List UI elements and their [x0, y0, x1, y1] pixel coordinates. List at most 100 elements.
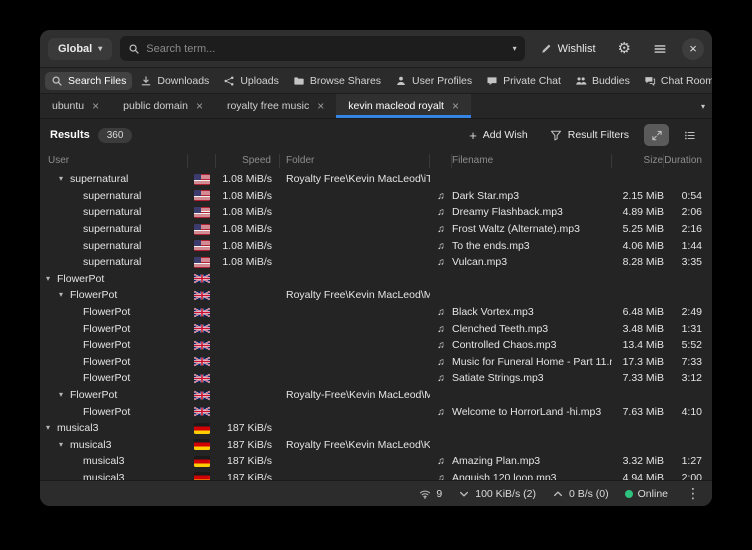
tab-chat-rooms[interactable]: Chat Rooms: [638, 72, 712, 90]
expander-icon[interactable]: ▾: [59, 391, 70, 399]
user-name: FlowerPot: [83, 323, 130, 335]
speed-value: 187 KiB/s: [216, 422, 280, 434]
close-tab-icon[interactable]: ×: [92, 100, 99, 112]
tab-overflow-dropdown-icon[interactable]: ▾: [701, 94, 705, 118]
result-file-row[interactable]: FlowerPot♫Black Vortex.mp36.48 MiB2:49: [40, 304, 712, 321]
expander-icon[interactable]: ▾: [46, 275, 57, 283]
close-tab-icon[interactable]: ×: [452, 100, 459, 112]
close-button[interactable]: ×: [682, 38, 704, 60]
search-tab-label: royalty free music: [227, 100, 309, 112]
expand-collapse-toggle[interactable]: [644, 124, 669, 146]
file-name: Anguish 120 loop.mp3: [452, 472, 612, 480]
online-status-label: Online: [638, 488, 668, 500]
tab-search-files[interactable]: Search Files: [45, 72, 132, 90]
column-header-duration[interactable]: Duration: [664, 154, 712, 168]
upload-status[interactable]: 0 B/s (0): [552, 488, 609, 500]
status-menu-button[interactable]: ⋮: [684, 485, 702, 502]
search-tab-public-domain[interactable]: public domain×: [111, 94, 215, 118]
column-header-user[interactable]: User: [40, 154, 188, 168]
result-file-row[interactable]: musical3187 KiB/s♫Amazing Plan.mp33.32 M…: [40, 453, 712, 470]
add-wish-button[interactable]: + Add Wish: [462, 125, 535, 146]
column-header-folder[interactable]: Folder: [280, 154, 430, 168]
file-name: Satiate Strings.mp3: [452, 372, 612, 384]
result-folder-row[interactable]: ▾FlowerPotRoyalty-Free\Kevin MacLeod\Mus…: [40, 387, 712, 404]
file-name: Vulcan.mp3: [452, 256, 612, 268]
result-file-row[interactable]: musical3187 KiB/s♫Anguish 120 loop.mp34.…: [40, 470, 712, 480]
file-size: 2.15 MiB: [612, 190, 664, 202]
file-duration: 0:54: [664, 190, 712, 202]
tab-label: Chat Rooms: [661, 75, 712, 87]
menu-button[interactable]: [646, 37, 674, 61]
search-tab-kevin-macleod-royalt[interactable]: kevin macleod royalt×: [336, 94, 471, 118]
flag-gb-icon: [194, 340, 210, 351]
flag-us-icon: [194, 207, 210, 218]
results-table: User Speed Folder Filename Size Duration…: [40, 151, 712, 480]
search-tab-royalty-free-music[interactable]: royalty free music ×: [215, 94, 336, 118]
folder-path: Royalty-Free\Kevin MacLeod\Music: [280, 389, 430, 401]
result-file-row[interactable]: FlowerPot♫Music for Funeral Home - Part …: [40, 354, 712, 371]
online-status[interactable]: Online: [625, 488, 668, 500]
file-duration: 2:00: [664, 472, 712, 480]
flag-de-icon: [194, 423, 210, 434]
result-folder-row[interactable]: ▾FlowerPotRoyalty Free\Kevin MacLeod\Mus…: [40, 287, 712, 304]
result-file-row[interactable]: FlowerPot♫Controlled Chaos.mp313.4 MiB5:…: [40, 337, 712, 354]
result-file-row[interactable]: supernatural1.08 MiB/s♫Frost Waltz (Alte…: [40, 221, 712, 238]
result-file-row[interactable]: supernatural1.08 MiB/s♫Dark Star.mp32.15…: [40, 188, 712, 205]
expander-icon[interactable]: ▾: [59, 291, 70, 299]
expander-icon[interactable]: ▾: [59, 441, 70, 449]
preferences-button[interactable]: ⚙: [611, 36, 638, 61]
connection-status[interactable]: 9: [419, 488, 442, 500]
music-note-icon: ♫: [437, 241, 445, 252]
flag-us-icon: [194, 224, 210, 235]
result-file-row[interactable]: supernatural1.08 MiB/s♫To the ends.mp34.…: [40, 237, 712, 254]
music-note-icon: ♫: [437, 473, 445, 480]
column-header-filename[interactable]: Filename: [452, 154, 612, 168]
result-user-row[interactable]: ▾musical3187 KiB/s: [40, 420, 712, 437]
result-file-row[interactable]: FlowerPot♫Clenched Teeth.mp33.48 MiB1:31: [40, 320, 712, 337]
flag-us-icon: [194, 257, 210, 268]
result-folder-row[interactable]: ▾supernatural1.08 MiB/sRoyalty Free\Kevi…: [40, 171, 712, 188]
close-tab-icon[interactable]: ×: [317, 100, 324, 112]
search-input[interactable]: [146, 43, 506, 55]
result-file-row[interactable]: supernatural1.08 MiB/s♫Dreamy Flashback.…: [40, 204, 712, 221]
tab-user-profiles[interactable]: User Profiles: [389, 72, 478, 90]
expander-icon[interactable]: ▾: [46, 424, 57, 432]
speed-value: 1.08 MiB/s: [216, 256, 280, 268]
add-wish-label: Add Wish: [483, 129, 528, 141]
column-header-size[interactable]: Size: [612, 154, 664, 168]
result-user-row[interactable]: ▾FlowerPot: [40, 271, 712, 288]
tab-uploads[interactable]: Uploads: [217, 72, 285, 90]
close-tab-icon[interactable]: ×: [196, 100, 203, 112]
search-tab-ubuntu[interactable]: ubuntu×: [40, 94, 111, 118]
music-note-icon: ♫: [437, 340, 445, 351]
column-header-country[interactable]: [188, 154, 216, 168]
expander-icon[interactable]: ▾: [59, 175, 70, 183]
download-status[interactable]: 100 KiB/s (2): [458, 488, 536, 500]
wishlist-button[interactable]: Wishlist: [533, 38, 603, 60]
search-input-container[interactable]: ▾: [120, 36, 524, 61]
primary-tab-bar: Search Files DownloadsUploadsBrowse Share…: [40, 68, 712, 94]
result-file-row[interactable]: FlowerPot♫Welcome to HorrorLand -hi.mp37…: [40, 403, 712, 420]
search-scope-label: Global: [58, 43, 92, 55]
tab-private-chat[interactable]: Private Chat: [480, 72, 567, 90]
tab-label: Search Files: [68, 75, 126, 87]
list-view-toggle[interactable]: [677, 124, 702, 146]
search-history-dropdown-icon[interactable]: ▾: [513, 44, 517, 53]
user-name: supernatural: [83, 223, 141, 235]
result-folder-row[interactable]: ▾musical3187 KiB/sRoyalty Free\Kevin Mac…: [40, 437, 712, 454]
user-name: supernatural: [83, 190, 141, 202]
file-duration: 4:10: [664, 406, 712, 418]
result-filters-button[interactable]: Result Filters: [543, 125, 636, 145]
tab-buddies[interactable]: Buddies: [569, 72, 636, 90]
tab-downloads[interactable]: Downloads: [134, 72, 215, 90]
result-file-row[interactable]: supernatural1.08 MiB/s♫Vulcan.mp38.28 Mi…: [40, 254, 712, 271]
search-scope-button[interactable]: Global ▾: [48, 38, 112, 60]
results-rows: ▾supernatural1.08 MiB/sRoyalty Free\Kevi…: [40, 171, 712, 480]
result-file-row[interactable]: FlowerPot♫Satiate Strings.mp37.33 MiB3:1…: [40, 370, 712, 387]
file-size: 4.89 MiB: [612, 206, 664, 218]
chevron-up-icon: [552, 488, 564, 500]
user-name: supernatural: [70, 173, 128, 185]
column-header-speed[interactable]: Speed: [216, 154, 280, 168]
tab-browse-shares[interactable]: Browse Shares: [287, 72, 387, 90]
column-header-filetype[interactable]: [430, 154, 452, 168]
